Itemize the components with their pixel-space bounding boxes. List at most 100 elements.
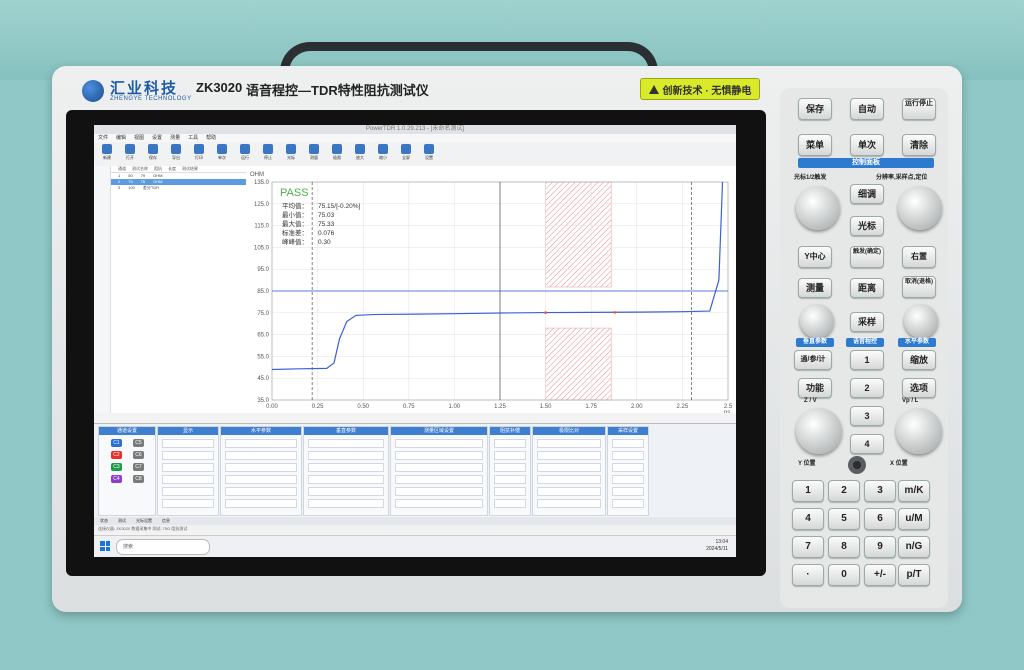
keypad-key[interactable]: 3 bbox=[864, 480, 896, 502]
fine-adjust-button[interactable]: 细调 bbox=[850, 184, 884, 204]
key-4-top[interactable]: 4 bbox=[850, 434, 884, 454]
vertical-knob[interactable] bbox=[800, 304, 834, 338]
settings-field[interactable] bbox=[308, 439, 384, 448]
toolbar-button[interactable]: 测量 bbox=[304, 144, 324, 164]
keypad-key[interactable]: 9 bbox=[864, 536, 896, 558]
toolbar-button[interactable]: 光标 bbox=[281, 144, 301, 164]
channel-chip[interactable]: C7 bbox=[133, 463, 144, 471]
toolbar-button[interactable]: 单次 bbox=[212, 144, 232, 164]
channel-chip[interactable]: C6 bbox=[133, 451, 144, 459]
keypad-key[interactable]: 7 bbox=[792, 536, 824, 558]
settings-field[interactable] bbox=[162, 463, 214, 472]
range-button[interactable]: 距离 bbox=[850, 278, 884, 298]
settings-field[interactable] bbox=[395, 439, 483, 448]
save-button[interactable]: 保存 bbox=[798, 98, 832, 120]
cancel-backspace-button[interactable]: 取消(退格) bbox=[902, 276, 936, 298]
function-button[interactable]: 功能 bbox=[798, 378, 832, 398]
settings-field[interactable] bbox=[612, 463, 644, 472]
pass-param-count-button[interactable]: 通/参/计 bbox=[794, 350, 832, 370]
settings-field[interactable] bbox=[494, 475, 526, 484]
channel-chip[interactable]: C2 bbox=[111, 451, 122, 459]
settings-field[interactable] bbox=[612, 451, 644, 460]
settings-field[interactable] bbox=[162, 475, 214, 484]
settings-field[interactable] bbox=[612, 475, 644, 484]
settings-field[interactable] bbox=[395, 463, 483, 472]
menu-item[interactable]: 测量 bbox=[170, 134, 180, 142]
keypad-key[interactable]: n/G bbox=[898, 536, 930, 558]
measure-button[interactable]: 测量 bbox=[798, 278, 832, 298]
keypad-key[interactable]: m/K bbox=[898, 480, 930, 502]
menu-button[interactable]: 菜单 bbox=[798, 134, 832, 156]
settings-field[interactable] bbox=[395, 487, 483, 496]
menu-item[interactable]: 编辑 bbox=[116, 134, 126, 142]
settings-field[interactable] bbox=[395, 475, 483, 484]
menu-item[interactable]: 帮助 bbox=[206, 134, 216, 142]
settings-field[interactable] bbox=[162, 487, 214, 496]
settings-field[interactable] bbox=[537, 475, 601, 484]
menu-item[interactable]: 视图 bbox=[134, 134, 144, 142]
settings-field[interactable] bbox=[395, 451, 483, 460]
bottom-tab[interactable]: 状态 bbox=[100, 517, 108, 525]
settings-field[interactable] bbox=[612, 499, 644, 508]
toolbar-button[interactable]: 停止 bbox=[258, 144, 278, 164]
settings-field[interactable] bbox=[162, 499, 214, 508]
bottom-tab[interactable]: 测试 bbox=[118, 517, 126, 525]
settings-field[interactable] bbox=[537, 487, 601, 496]
settings-field[interactable] bbox=[225, 475, 297, 484]
settings-field[interactable] bbox=[225, 463, 297, 472]
settings-field[interactable] bbox=[612, 487, 644, 496]
key-1-top[interactable]: 1 bbox=[850, 350, 884, 370]
key-2-top[interactable]: 2 bbox=[850, 378, 884, 398]
settings-field[interactable] bbox=[162, 439, 214, 448]
touch-screen[interactable]: PowerTDR 1.0.29.213 - [未命名测试] 文件 编辑 视图 设置 测量… bbox=[94, 125, 736, 557]
settings-field[interactable] bbox=[494, 439, 526, 448]
toolbar-button[interactable]: 全屏 bbox=[396, 144, 416, 164]
horizontal-knob[interactable] bbox=[904, 304, 938, 338]
toolbar-button[interactable]: 运行 bbox=[235, 144, 255, 164]
channel-chip[interactable]: C1 bbox=[111, 439, 122, 447]
toolbar-button[interactable]: 设置 bbox=[419, 144, 439, 164]
channel-chip[interactable]: C8 bbox=[133, 475, 144, 483]
keypad-key[interactable]: 2 bbox=[828, 480, 860, 502]
keypad-key[interactable]: p/T bbox=[898, 564, 930, 586]
toolbar-button[interactable]: 导出 bbox=[166, 144, 186, 164]
toolbar-button[interactable]: 缩小 bbox=[373, 144, 393, 164]
cursor-button[interactable]: 光标 bbox=[850, 216, 884, 236]
channel-chip[interactable]: C5 bbox=[133, 439, 144, 447]
settings-field[interactable] bbox=[308, 451, 384, 460]
auto-button[interactable]: 自动 bbox=[850, 98, 884, 120]
toolbar-button[interactable]: 保存 bbox=[143, 144, 163, 164]
settings-field[interactable] bbox=[225, 499, 297, 508]
settings-field[interactable] bbox=[225, 487, 297, 496]
settings-field[interactable] bbox=[537, 439, 601, 448]
settings-field[interactable] bbox=[225, 451, 297, 460]
single-button[interactable]: 单次 bbox=[850, 134, 884, 156]
settings-field[interactable] bbox=[395, 499, 483, 508]
menu-item[interactable]: 文件 bbox=[98, 134, 108, 142]
channel-row[interactable]: 3 100 差分TDR bbox=[94, 185, 246, 191]
y-center-button[interactable]: Y中心 bbox=[798, 246, 832, 268]
scale-button[interactable]: 缩放 bbox=[902, 350, 936, 370]
toolbar-button[interactable]: 极限 bbox=[327, 144, 347, 164]
settings-field[interactable] bbox=[308, 475, 384, 484]
trigger-confirm-button[interactable]: 触发(确定) bbox=[850, 246, 884, 268]
windows-start-icon[interactable] bbox=[100, 541, 110, 551]
keypad-key[interactable]: +/- bbox=[864, 564, 896, 586]
keypad-key[interactable]: 1 bbox=[792, 480, 824, 502]
key-3-top[interactable]: 3 bbox=[850, 406, 884, 426]
keypad-key[interactable]: · bbox=[792, 564, 824, 586]
sample-button[interactable]: 采样 bbox=[850, 312, 884, 332]
settings-field[interactable] bbox=[537, 463, 601, 472]
menu-item[interactable]: 设置 bbox=[152, 134, 162, 142]
settings-field[interactable] bbox=[537, 451, 601, 460]
channel-chip[interactable]: C4 bbox=[111, 475, 122, 483]
resolution-knob[interactable] bbox=[898, 186, 942, 230]
keypad-key[interactable]: 0 bbox=[828, 564, 860, 586]
settings-field[interactable] bbox=[494, 487, 526, 496]
toolbar-button[interactable]: 打开 bbox=[120, 144, 140, 164]
settings-field[interactable] bbox=[308, 463, 384, 472]
settings-field[interactable] bbox=[612, 439, 644, 448]
right-set-button[interactable]: 右置 bbox=[902, 246, 936, 268]
channel-chip[interactable]: C3 bbox=[111, 463, 122, 471]
settings-field[interactable] bbox=[537, 499, 601, 508]
